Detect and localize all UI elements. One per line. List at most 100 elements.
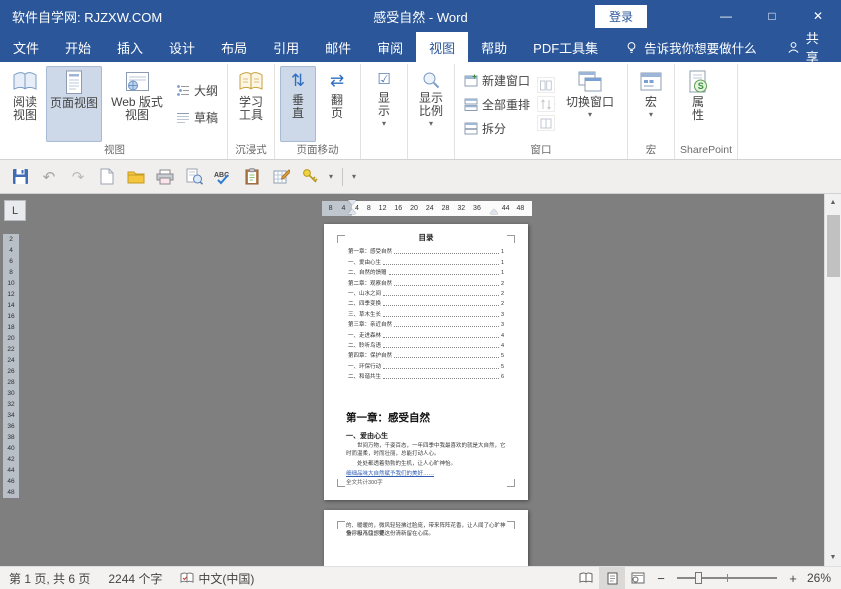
body-paragraph-link: 细细品味大自然赋予我们的美好…… xyxy=(346,471,435,477)
close-button[interactable]: ✕ xyxy=(795,0,841,32)
magnifier-icon xyxy=(421,70,441,90)
vertical-arrows-icon xyxy=(291,70,305,92)
group-label-page-movement: 页面移动 xyxy=(296,144,339,156)
group-show: 显示 xyxy=(361,64,409,159)
arrange-all-button[interactable]: 全部重排 xyxy=(460,94,534,115)
zoom-out-button[interactable]: − xyxy=(651,571,671,586)
maximize-button[interactable]: □ xyxy=(749,0,795,32)
crop-mark xyxy=(337,521,345,529)
tab-design[interactable]: 设计 xyxy=(156,32,208,62)
draw-table-icon[interactable] xyxy=(271,167,291,187)
scroll-down-icon[interactable] xyxy=(825,549,841,566)
view-side-by-side-icon[interactable] xyxy=(537,77,556,93)
tab-pdf-tools[interactable]: PDF工具集 xyxy=(520,32,611,62)
tab-view[interactable]: 视图 xyxy=(416,32,469,62)
vertical-scrollbar[interactable] xyxy=(824,194,841,566)
new-window-button[interactable]: 新建窗口 xyxy=(460,70,534,91)
print-preview-icon[interactable] xyxy=(184,167,204,187)
learning-tools-button[interactable]: 学习工具 xyxy=(233,66,269,142)
tab-stop-selector[interactable]: L xyxy=(4,200,26,221)
macros-button[interactable]: 宏 xyxy=(633,66,669,142)
zoom-dropdown-button[interactable]: 显示比例 xyxy=(413,66,449,142)
web-layout-button[interactable]: Web 版式视图 xyxy=(105,66,169,142)
page-indicator[interactable]: 第 1 页, 共 6 页 xyxy=(0,570,99,587)
undo-icon[interactable] xyxy=(39,167,59,187)
macros-icon xyxy=(639,70,663,94)
web-layout-view-icon[interactable] xyxy=(625,567,651,589)
tab-mailings[interactable]: 邮件 xyxy=(312,32,364,62)
toolbar-options-icon[interactable] xyxy=(352,173,356,181)
vertical-button[interactable]: 垂直 xyxy=(280,66,317,142)
reset-window-position-icon[interactable] xyxy=(537,115,556,131)
hanging-indent-marker[interactable] xyxy=(348,209,356,214)
toc-entry: 第一章：感受自然 1 xyxy=(348,249,504,256)
tab-review[interactable]: 审阅 xyxy=(364,32,416,62)
group-label-immersive: 沉浸式 xyxy=(235,144,267,156)
tell-me-label: 告诉我你想要做什么 xyxy=(644,41,757,56)
group-label-zoom xyxy=(413,143,449,159)
arrange-all-icon xyxy=(464,98,478,111)
login-button[interactable]: 登录 xyxy=(594,4,647,28)
word-count[interactable]: 2244 个字 xyxy=(99,570,171,587)
open-folder-icon[interactable] xyxy=(126,167,146,187)
tab-file[interactable]: 文件 xyxy=(0,32,52,62)
scrollbar-thumb[interactable] xyxy=(826,215,840,277)
toc-entry: 一、走进森林 4 xyxy=(348,332,504,339)
tab-help[interactable]: 帮助 xyxy=(468,32,520,62)
minimize-button[interactable]: — xyxy=(703,0,749,32)
site-watermark: 软件自学网: RJZXW.COM xyxy=(12,9,163,25)
zoom-in-button[interactable]: + xyxy=(783,571,803,586)
properties-button[interactable]: S 属性 xyxy=(680,66,716,142)
right-indent-marker[interactable] xyxy=(490,209,498,214)
save-icon[interactable] xyxy=(10,167,30,187)
chevron-down-icon[interactable] xyxy=(329,173,333,181)
toc-title: 目录 xyxy=(418,233,434,242)
body-paragraph: 处处都透着勃勃的生机，让人心旷神怡。 xyxy=(357,461,457,467)
share-button[interactable]: 共享 xyxy=(771,31,841,65)
chevron-down-icon xyxy=(588,111,592,119)
print-layout-button[interactable]: 页面视图 xyxy=(46,66,103,142)
side-to-side-button[interactable]: 翻页 xyxy=(319,66,355,142)
draft-view-button[interactable]: 草稿 xyxy=(172,107,222,128)
scroll-up-icon[interactable] xyxy=(825,194,841,211)
synchronous-scrolling-icon[interactable] xyxy=(537,96,556,112)
scrollbar-track[interactable] xyxy=(825,211,841,549)
document-page-1[interactable]: 目录 第一章：感受自然 1 一、爱由心生 1 二、自然的馈赠 1 第二章：观察自然 2 … xyxy=(324,224,528,500)
show-dropdown-button[interactable]: 显示 xyxy=(366,66,402,142)
first-line-indent-marker[interactable] xyxy=(348,200,356,205)
zoom-level[interactable]: 26% xyxy=(803,571,841,585)
read-mode-view-icon[interactable] xyxy=(573,567,599,589)
toolbar-separator xyxy=(342,167,344,186)
tab-layout[interactable]: 布局 xyxy=(208,32,260,62)
tell-me-box[interactable]: 告诉我你想要做什么 xyxy=(611,32,771,62)
tab-home[interactable]: 开始 xyxy=(52,32,104,62)
horizontal-ruler: 8 4 4 8 12 16 20 24 28 32 36 44 48 xyxy=(322,200,532,216)
switch-windows-button[interactable]: 切换窗口 xyxy=(558,66,622,142)
print-icon[interactable] xyxy=(155,167,175,187)
clipboard-icon[interactable] xyxy=(242,167,262,187)
section-heading: 一、爱由心生 xyxy=(346,433,388,440)
tab-insert[interactable]: 插入 xyxy=(104,32,156,62)
zoom-slider[interactable] xyxy=(677,572,777,584)
redo-icon[interactable] xyxy=(68,167,88,187)
outline-view-button[interactable]: 大纲 xyxy=(172,80,222,101)
split-button[interactable]: 拆分 xyxy=(460,118,534,139)
word-window: 感受自然 - Word 软件自学网: RJZXW.COM 登录 — □ ✕ 文件… xyxy=(0,0,841,589)
body-paragraph: 多呼吸几口，把这份清新留在心底。 xyxy=(346,531,435,537)
crop-mark xyxy=(337,479,345,487)
proofing-status[interactable]: 中文(中国) xyxy=(171,570,263,587)
spelling-grammar-icon[interactable]: ABC xyxy=(213,167,233,187)
color-picker-icon[interactable] xyxy=(300,167,320,187)
ribbon-tab-bar: 文件 开始 插入 设计 布局 引用 邮件 审阅 视图 帮助 PDF工具集 告诉我… xyxy=(0,31,841,65)
zoom-slider-thumb[interactable] xyxy=(695,572,702,584)
tab-references[interactable]: 引用 xyxy=(260,32,312,62)
group-label-window: 窗口 xyxy=(530,144,552,156)
print-layout-view-icon[interactable] xyxy=(599,566,625,589)
group-label-show xyxy=(366,143,402,159)
proofing-book-icon xyxy=(180,572,194,584)
toc-entry: 第三章：亲近自然 3 xyxy=(348,322,504,329)
document-page-2[interactable]: 的、暖暖的，微风轻轻拂过脸庞，带来阵阵花香，让人闻了心旷神怡，忍不住想要 多呼吸… xyxy=(324,510,528,566)
read-mode-button[interactable]: 阅读视图 xyxy=(7,66,43,142)
toc-entry: 第四章：保护自然 5 xyxy=(348,353,504,360)
new-document-icon[interactable] xyxy=(97,167,117,187)
